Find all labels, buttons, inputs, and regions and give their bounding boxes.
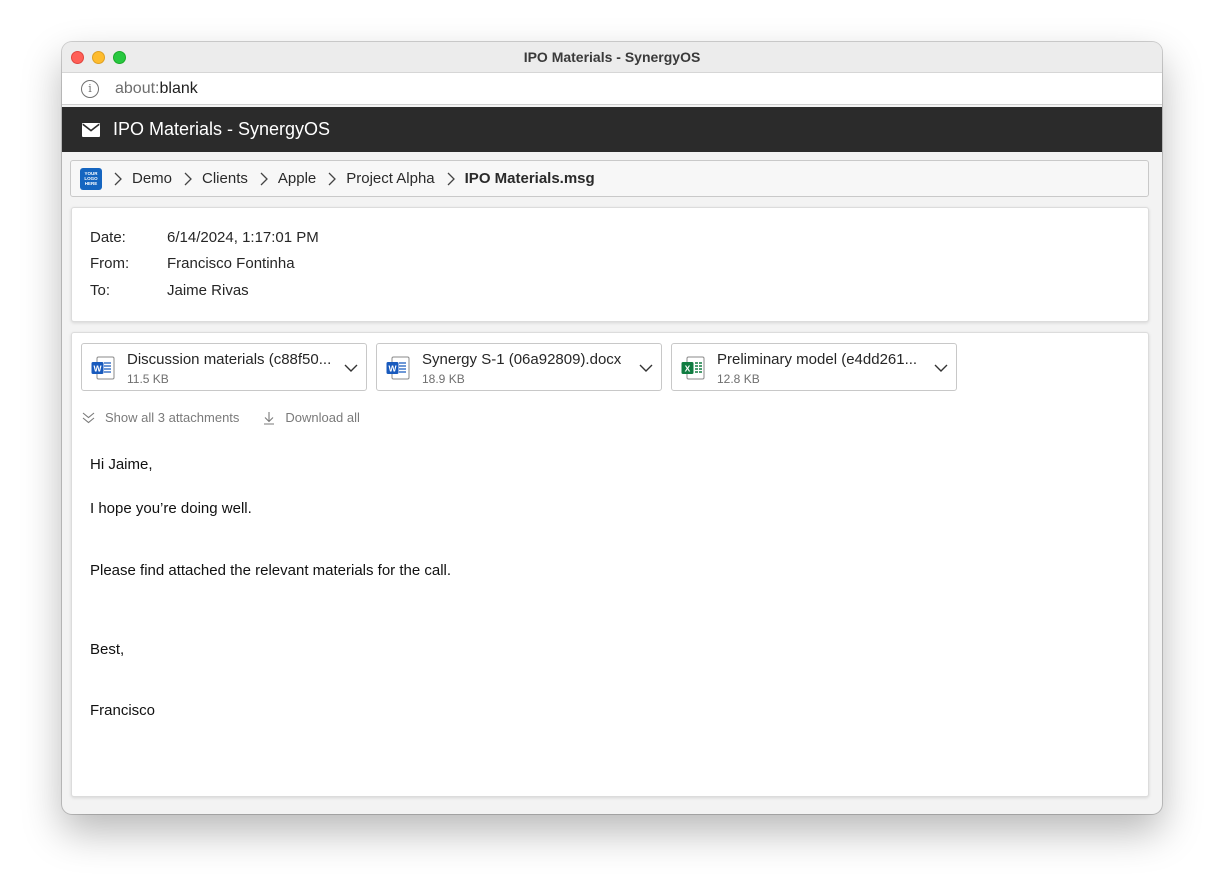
email-body-card: W Discussion materials (c88f50... 11.5 K… [71, 332, 1149, 797]
chevron-right-icon [114, 172, 122, 185]
download-icon [264, 411, 275, 425]
to-label: To: [90, 282, 111, 299]
attachment-name: Discussion materials (c88f50... [127, 351, 332, 368]
chevron-right-icon [184, 172, 192, 185]
word-file-icon: W [386, 356, 410, 380]
zoom-window-button[interactable] [113, 51, 126, 64]
breadcrumb: YOUR LOGO HERE Demo Clients Apple Projec… [70, 160, 1149, 197]
minimize-window-button[interactable] [92, 51, 105, 64]
chevron-right-icon [260, 172, 268, 185]
logo-text-line: HERE [84, 181, 98, 186]
company-logo[interactable]: YOUR LOGO HERE [80, 167, 102, 190]
svg-text:W: W [93, 363, 102, 373]
message-signature: Francisco [90, 702, 156, 719]
breadcrumb-item-demo[interactable]: Demo [132, 170, 172, 187]
chevron-down-icon[interactable] [344, 361, 358, 375]
window-title: IPO Materials - SynergyOS [523, 49, 701, 65]
app-title: IPO Materials - SynergyOS [113, 119, 331, 139]
from-label: From: [90, 255, 130, 272]
chevron-right-icon [447, 172, 455, 185]
download-all-label: Download all [285, 410, 360, 425]
message-line: I hope you’re doing well. [90, 500, 252, 517]
breadcrumb-item-project-alpha[interactable]: Project Alpha [346, 170, 434, 187]
attachment-size: 18.9 KB [422, 372, 465, 386]
attachment-name: Synergy S-1 (06a92809).docx [422, 351, 622, 368]
attachment-list: W Discussion materials (c88f50... 11.5 K… [81, 343, 957, 391]
chevron-down-icon[interactable] [934, 361, 948, 375]
excel-file-icon: X [681, 356, 705, 380]
attachment-size: 12.8 KB [717, 372, 760, 386]
from-row: From: Francisco Fontinha [90, 255, 295, 272]
svg-text:W: W [388, 363, 397, 373]
svg-text:X: X [685, 363, 691, 373]
attachment-actions: Show all 3 attachments Download all [82, 410, 360, 425]
chevron-right-icon [328, 172, 337, 185]
window-controls [71, 51, 126, 64]
title-bar: IPO Materials - SynergyOS [62, 42, 1162, 73]
close-window-button[interactable] [71, 51, 84, 64]
attachment-card[interactable]: W Discussion materials (c88f50... 11.5 K… [81, 343, 367, 391]
to-row: To: Jaime Rivas [90, 282, 249, 299]
from-value: Francisco Fontinha [167, 255, 295, 272]
breadcrumb-item-apple[interactable]: Apple [278, 170, 316, 187]
date-value: 6/14/2024, 1:17:01 PM [167, 229, 319, 246]
word-file-icon: W [91, 356, 115, 380]
attachment-card[interactable]: X Preliminary model (e4dd261... 12.8 KB [671, 343, 957, 391]
email-header-card: Date: 6/14/2024, 1:17:01 PM From: Francisc… [71, 207, 1149, 322]
mail-icon [82, 122, 100, 137]
info-icon[interactable]: i [81, 79, 99, 98]
url-path: blank [159, 79, 198, 97]
attachment-card[interactable]: W Synergy S-1 (06a92809).docx 18.9 KB [376, 343, 662, 391]
app-header: IPO Materials - SynergyOS [62, 107, 1162, 152]
double-chevron-down-icon [82, 412, 95, 423]
show-all-label: Show all 3 attachments [105, 410, 240, 425]
to-value: Jaime Rivas [167, 282, 249, 299]
message-line: Please find attached the relevant materi… [90, 562, 452, 579]
date-label: Date: [90, 229, 126, 246]
show-all-attachments-button[interactable]: Show all 3 attachments [82, 410, 239, 425]
message-greeting: Hi Jaime, [90, 456, 153, 473]
attachment-name: Preliminary model (e4dd261... [717, 351, 918, 368]
date-row: Date: 6/14/2024, 1:17:01 PM [90, 229, 319, 246]
attachment-size: 11.5 KB [127, 372, 169, 386]
url-scheme: about: [115, 79, 160, 97]
message-signoff: Best, [90, 641, 125, 658]
chevron-down-icon[interactable] [639, 361, 653, 375]
address-bar[interactable]: i about:blank [62, 73, 1162, 105]
browser-window: IPO Materials - SynergyOS i about:blank … [62, 42, 1162, 814]
url-text[interactable]: about:blank [115, 80, 198, 98]
breadcrumb-item-clients[interactable]: Clients [202, 170, 248, 187]
breadcrumb-item-current-file: IPO Materials.msg [464, 170, 595, 187]
download-all-button[interactable]: Download all [263, 410, 360, 425]
